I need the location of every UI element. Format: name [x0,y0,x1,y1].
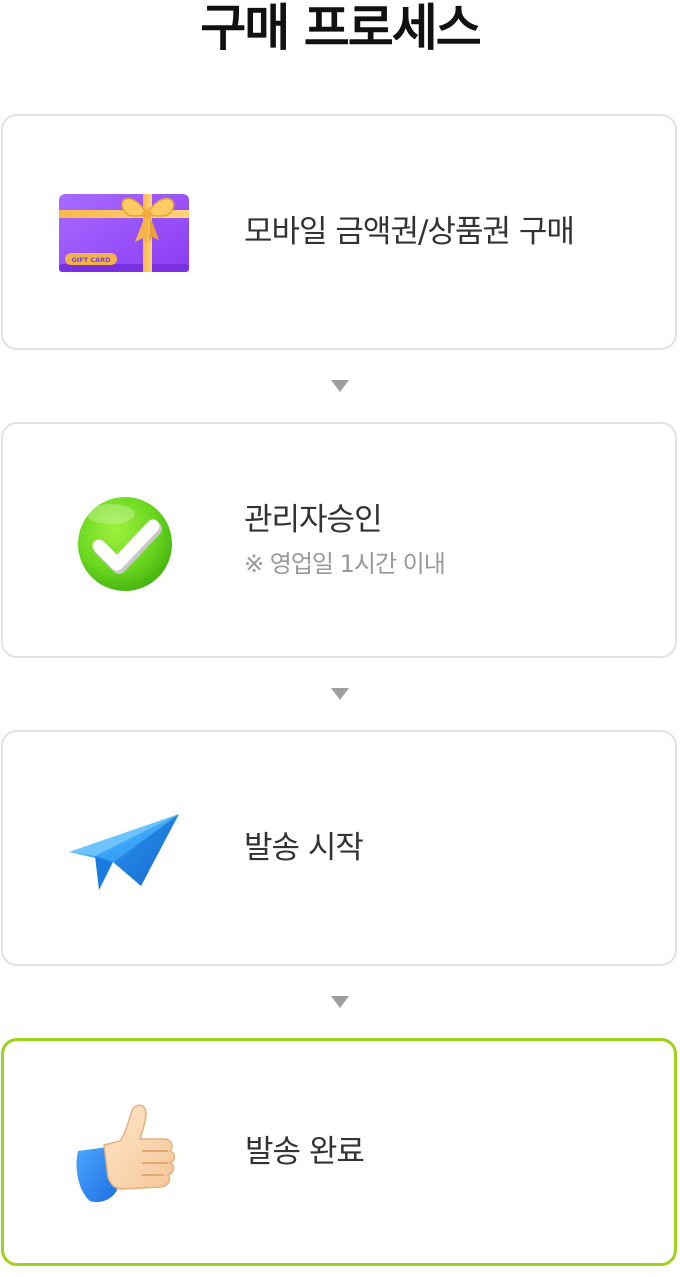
step-card-complete: 발송 완료 [1,1038,677,1266]
step-note: ※ 영업일 1시간 이내 [244,550,446,578]
step-text: 관리자승인 ※ 영업일 1시간 이내 [244,424,446,656]
step-text: 발송 완료 [245,1041,365,1263]
arrow-down-icon [331,996,349,1008]
step-card-sending: 발송 시작 [1,730,677,966]
gift-card-icon: GIFT CARD [59,194,189,272]
step-card-approval: 관리자승인 ※ 영업일 1시간 이내 [1,422,677,658]
paper-plane-icon [69,814,179,890]
arrow-down-icon [331,688,349,700]
step-label: 관리자승인 [244,502,383,538]
step-label: 발송 완료 [245,1134,365,1170]
step-text: 모바일 금액권/상품권 구매 [244,116,575,348]
step-card-purchase: GIFT CARD 모바일 금액권/상품권 구매 [1,114,677,350]
page-title: 구매 프로세스 [200,0,481,57]
step-label: 발송 시작 [244,830,364,866]
thumbs-up-icon [76,1104,176,1203]
step-text: 발송 시작 [244,732,364,964]
check-circle-icon [78,497,172,591]
arrow-down-icon [331,380,349,392]
gift-card-text: GIFT CARD [71,256,111,264]
step-label: 모바일 금액권/상품권 구매 [244,214,575,250]
